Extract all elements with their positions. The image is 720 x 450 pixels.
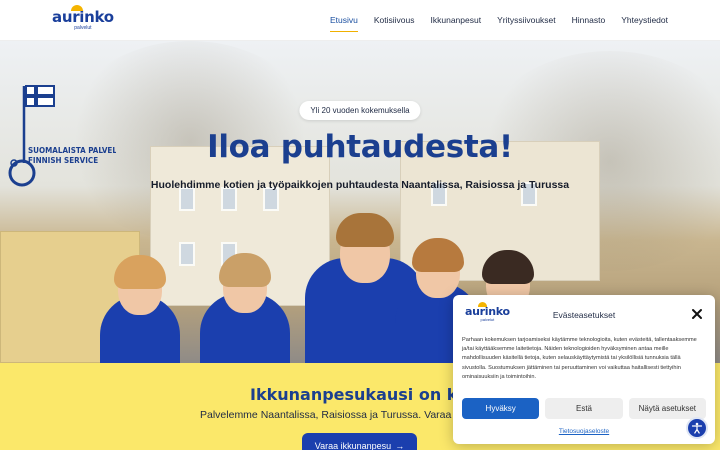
nav-ikkunanpesut[interactable]: Ikkunanpesut (431, 9, 482, 31)
promo-text: Palvelemme Naantalissa, Raisiossa ja Tur… (200, 409, 490, 421)
site-logo[interactable]: aurinko palvelut (52, 4, 114, 31)
person-1 (100, 253, 180, 363)
close-icon[interactable] (691, 308, 703, 320)
hero-title: Iloa puhtaudesta! (207, 129, 513, 165)
nav-etusivu[interactable]: Etusivu (329, 9, 358, 32)
book-window-cleaning-button[interactable]: Varaa ikkunanpesu → (302, 433, 417, 450)
hero-subtitle: Huolehdimme kotien ja työpaikkojen puhta… (150, 179, 570, 191)
book-button-label: Varaa ikkunanpesu (314, 441, 392, 450)
logo-subtext: palvelut (74, 24, 92, 31)
accessibility-icon (691, 422, 703, 434)
nav-kotisiivous[interactable]: Kotisiivous (374, 9, 415, 31)
cookie-title: Evästeasetukset (552, 310, 616, 320)
privacy-policy-link[interactable]: Tietosuojaseloste (453, 428, 715, 435)
experience-pill: Yli 20 vuoden kokemuksella (299, 101, 421, 120)
nav-yhteystiedot[interactable]: Yhteystiedot (621, 9, 668, 31)
site-header: aurinko palvelut Etusivu Kotisiivous Ikk… (0, 0, 720, 41)
sun-icon (71, 4, 83, 11)
cookie-consent-dialog: aurinko palvelut Evästeasetukset Parhaan… (453, 295, 715, 444)
accessibility-button[interactable] (686, 417, 708, 439)
sun-icon (478, 302, 487, 307)
cookie-preferences-button[interactable]: Näytä asetukset (628, 398, 706, 419)
main-nav: Etusivu Kotisiivous Ikkunanpesut Yrityss… (329, 9, 668, 32)
arrow-right-icon: → (395, 441, 405, 450)
accept-cookies-button[interactable]: Hyväksy (462, 398, 540, 419)
deny-cookies-button[interactable]: Estä (545, 398, 623, 419)
person-2 (200, 253, 290, 363)
nav-hinnasto[interactable]: Hinnasto (572, 9, 606, 31)
cookie-actions: Hyväksy Estä Näytä asetukset (462, 398, 706, 419)
nav-yrityssiivoukset[interactable]: Yrityssiivoukset (497, 9, 556, 31)
cookie-description: Parhaan kokemuksen tarjoamiseksi käytämm… (462, 337, 697, 380)
